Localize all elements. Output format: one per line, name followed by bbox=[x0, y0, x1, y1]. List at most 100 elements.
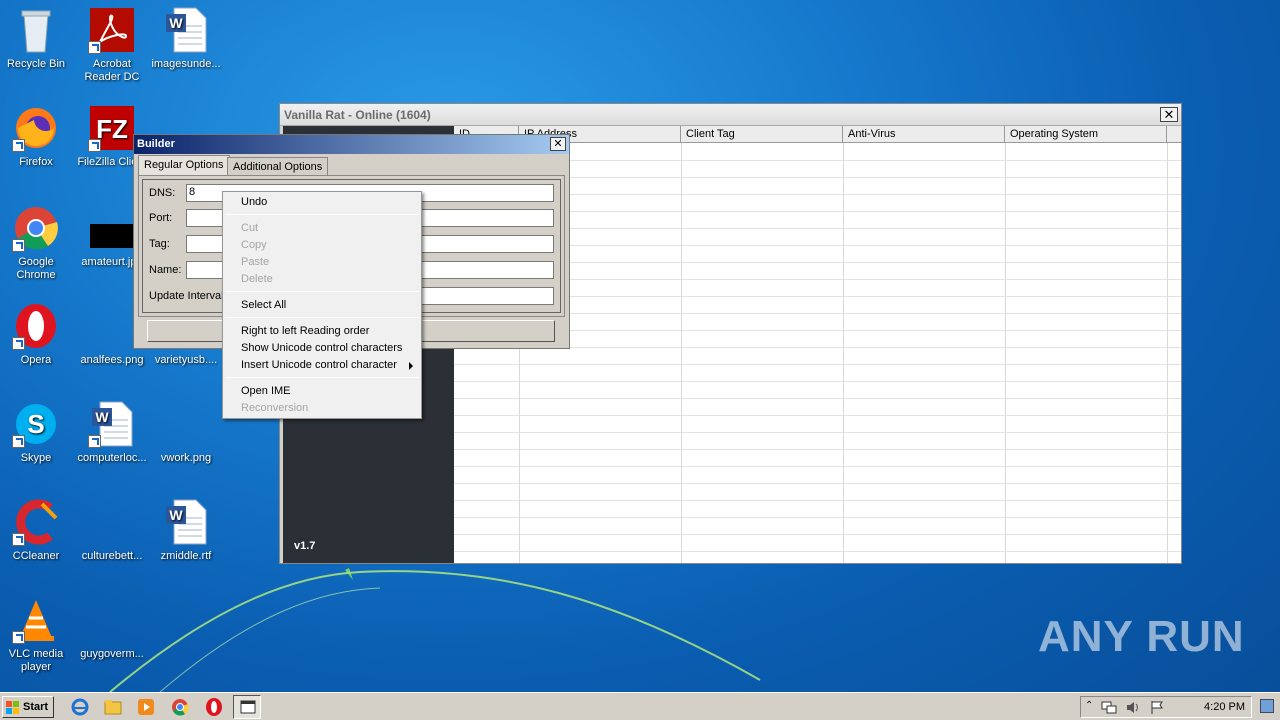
grid-row-line bbox=[454, 398, 1181, 399]
menu-item-select-all[interactable]: Select All bbox=[223, 297, 421, 314]
menu-item-rtl-reading-order[interactable]: Right to left Reading order bbox=[223, 323, 421, 340]
vanilla-rat-taskbar-button[interactable] bbox=[233, 695, 261, 719]
word-document-icon: W bbox=[88, 400, 136, 448]
volume-icon[interactable] bbox=[1125, 700, 1141, 715]
column-header-anti-virus[interactable]: Anti-Virus bbox=[843, 126, 1005, 143]
taskbar-clock[interactable]: 4:20 PM bbox=[1204, 701, 1245, 713]
grid-row-line bbox=[454, 500, 1181, 501]
port-label: Port: bbox=[149, 212, 173, 224]
system-tray: ⌃ 4:20 PM bbox=[1080, 696, 1252, 718]
grid-row-line bbox=[454, 449, 1181, 450]
dns-label: DNS: bbox=[149, 187, 176, 199]
menu-separator bbox=[225, 214, 419, 215]
menu-item-insert-unicode-control[interactable]: Insert Unicode control character bbox=[223, 357, 421, 374]
rat-titlebar[interactable]: Vanilla Rat - Online (1604) ✕ bbox=[280, 104, 1181, 126]
menu-item-reconversion[interactable]: Reconversion bbox=[223, 400, 421, 417]
windows-logo-icon bbox=[6, 701, 19, 714]
menu-item-paste[interactable]: Paste bbox=[223, 254, 421, 271]
grid-row-line bbox=[454, 432, 1181, 433]
desktop-icon-vwork[interactable]: vwork.png bbox=[148, 400, 224, 465]
internet-explorer-icon[interactable] bbox=[70, 697, 90, 717]
desktop-icon-skype[interactable]: S Skype bbox=[0, 400, 74, 465]
acrobat-icon bbox=[88, 6, 136, 54]
context-menu: Undo Cut Copy Paste Delete Select All Ri… bbox=[222, 191, 422, 419]
show-desktop-button[interactable] bbox=[1260, 699, 1274, 713]
file-explorer-icon[interactable] bbox=[103, 697, 123, 717]
menu-separator bbox=[225, 291, 419, 292]
desktop-icon-firefox[interactable]: Firefox bbox=[0, 104, 74, 169]
desktop-icon-computerloc[interactable]: W computerloc... bbox=[74, 400, 150, 465]
desktop-icon-imagesunde[interactable]: W imagesunde... bbox=[148, 6, 224, 71]
start-label: Start bbox=[23, 701, 49, 713]
anyrun-watermark: ANY RUN bbox=[1038, 612, 1245, 662]
name-label: Name: bbox=[149, 264, 182, 276]
word-document-icon: W bbox=[162, 6, 210, 54]
ccleaner-icon bbox=[12, 498, 60, 546]
desktop-icon-zmiddle[interactable]: W zmiddle.rtf bbox=[148, 498, 224, 563]
word-document-icon: W bbox=[162, 498, 210, 546]
builder-titlebar[interactable]: Builder ✕ bbox=[134, 135, 569, 154]
skype-icon: S bbox=[12, 400, 60, 448]
menu-item-delete[interactable]: Delete bbox=[223, 271, 421, 288]
desktop-icon-chrome[interactable]: Google Chrome bbox=[0, 204, 74, 282]
image-thumbnail-icon bbox=[88, 596, 136, 644]
opera-icon bbox=[12, 302, 60, 350]
menu-item-open-ime[interactable]: Open IME bbox=[223, 383, 421, 400]
grid-row-line bbox=[454, 466, 1181, 467]
desktop-icon-opera[interactable]: Opera bbox=[0, 302, 74, 367]
image-thumbnail-icon bbox=[88, 498, 136, 546]
submenu-arrow-icon bbox=[409, 362, 413, 370]
grid-row-line bbox=[454, 415, 1181, 416]
media-player-icon[interactable] bbox=[136, 697, 156, 717]
grid-row-line bbox=[454, 517, 1181, 518]
tab-regular-options[interactable]: Regular Options bbox=[138, 155, 230, 175]
image-thumbnail-icon bbox=[88, 302, 136, 350]
filezilla-icon: FZ bbox=[88, 104, 136, 152]
svg-text:S: S bbox=[27, 409, 44, 439]
menu-separator bbox=[225, 317, 419, 318]
tab-additional-options[interactable]: Additional Options bbox=[227, 157, 329, 175]
action-center-flag-icon[interactable] bbox=[1149, 700, 1165, 715]
builder-close-button[interactable]: ✕ bbox=[550, 137, 566, 151]
grid-row-line bbox=[454, 364, 1181, 365]
app-window-icon bbox=[240, 700, 256, 714]
recycle-bin-icon bbox=[12, 6, 60, 54]
grid-row-line bbox=[454, 551, 1181, 552]
grid-row-line bbox=[454, 483, 1181, 484]
desktop-icon-ccleaner[interactable]: CCleaner bbox=[0, 498, 74, 563]
grid-row-line bbox=[454, 534, 1181, 535]
tag-label: Tag: bbox=[149, 238, 170, 250]
menu-item-cut[interactable]: Cut bbox=[223, 220, 421, 237]
menu-item-show-unicode-control[interactable]: Show Unicode control characters bbox=[223, 340, 421, 357]
taskbar: Start ⌃ 4:20 PM bbox=[0, 692, 1280, 720]
rat-window-title: Vanilla Rat - Online (1604) bbox=[284, 108, 431, 122]
menu-item-copy[interactable]: Copy bbox=[223, 237, 421, 254]
grid-row-line bbox=[454, 381, 1181, 382]
version-label: v1.7 bbox=[294, 540, 316, 552]
svg-text:W: W bbox=[95, 409, 109, 425]
menu-item-undo[interactable]: Undo bbox=[223, 194, 421, 211]
image-thumbnail-icon bbox=[88, 204, 136, 252]
rat-close-button[interactable]: ✕ bbox=[1160, 107, 1178, 122]
network-icon[interactable] bbox=[1101, 700, 1117, 715]
builder-title: Builder bbox=[137, 138, 175, 150]
start-button[interactable]: Start bbox=[2, 696, 54, 718]
desktop-icon-guygoverm[interactable]: guygoverm... bbox=[74, 596, 150, 661]
update-interval-label: Update Interval bbox=[149, 290, 224, 302]
column-header-operating-system[interactable]: Operating System bbox=[1005, 126, 1167, 143]
firefox-icon bbox=[12, 104, 60, 152]
opera-taskbar-icon[interactable] bbox=[204, 697, 224, 717]
menu-item-insert-unicode-control-label: Insert Unicode control character bbox=[241, 359, 397, 371]
chrome-taskbar-icon[interactable] bbox=[170, 697, 190, 717]
show-hidden-icons-icon[interactable]: ⌃ bbox=[1085, 700, 1093, 711]
desktop-icon-culturebett[interactable]: culturebett... bbox=[74, 498, 150, 563]
image-thumbnail-icon bbox=[162, 400, 210, 448]
vlc-icon bbox=[12, 596, 60, 644]
desktop-icon-vlc[interactable]: VLC media player bbox=[0, 596, 74, 674]
watermark-text: ANY RUN bbox=[1038, 612, 1245, 661]
desktop-icon-recycle-bin[interactable]: Recycle Bin bbox=[0, 6, 74, 71]
column-header-client-tag[interactable]: Client Tag bbox=[681, 126, 843, 143]
svg-text:W: W bbox=[169, 15, 183, 31]
desktop-icon-acrobat[interactable]: Acrobat Reader DC bbox=[74, 6, 150, 84]
column-header-filler bbox=[1167, 126, 1181, 143]
